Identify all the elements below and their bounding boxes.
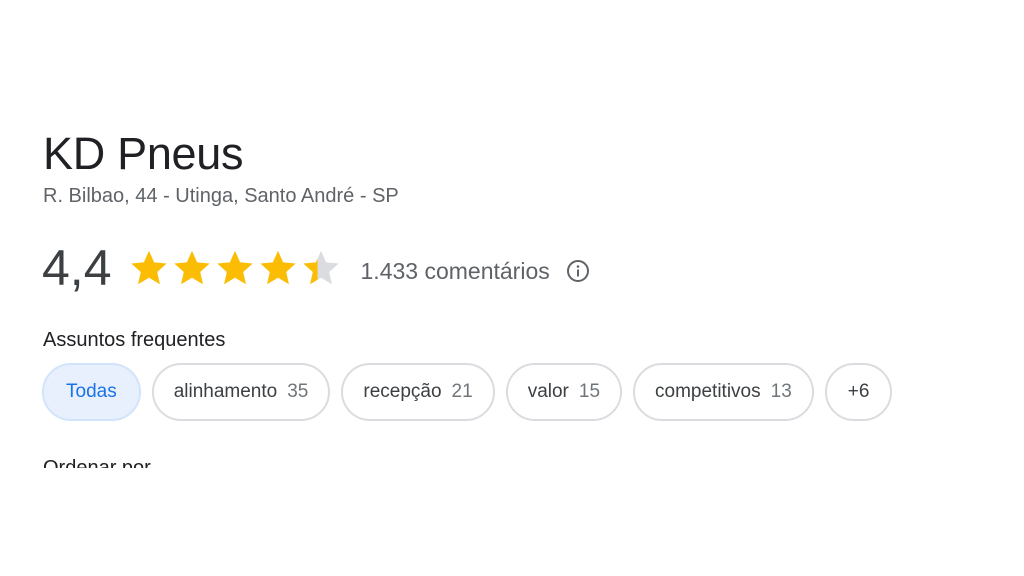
rating-value: 4,4 [42,240,112,296]
topic-chip-label: recepção [363,381,442,402]
place-address: R. Bilbao, 44 - Utinga, Santo André - SP [43,185,399,207]
rating-summary: 4,4 1.433 comentários [42,240,590,296]
more-topics-chip[interactable]: +6 [824,363,893,421]
topic-chip-label: Todas [66,381,117,402]
star-icon [173,250,210,285]
topic-chip[interactable]: competitivos 13 [633,363,814,421]
topics-heading: Assuntos frequentes [43,329,226,351]
star-icon [302,250,339,285]
topic-chip-count: 35 [287,381,309,402]
review-panel: KD Pneus R. Bilbao, 44 - Utinga, Santo A… [0,0,1024,576]
star-icon [216,250,253,285]
topic-chip-count: 21 [451,381,473,402]
info-icon[interactable] [566,259,590,283]
topic-chip-label: valor [527,381,569,402]
topic-chip[interactable]: alinhamento 35 [151,363,331,421]
topic-chip[interactable]: recepção 21 [341,363,495,421]
star-icon [130,250,167,285]
sort-section: Ordenar por [43,456,151,468]
topic-chip-label: competitivos [655,381,761,402]
topic-chip-count: 13 [770,381,792,402]
topic-chips: Todas alinhamento 35 recepção 21 valor 15 compe… [42,363,903,421]
star-rating [128,246,343,290]
sort-label: Ordenar por [43,457,151,468]
place-title: KD Pneus [43,128,244,179]
star-icon [259,250,296,285]
topic-chip-count: 15 [578,381,601,402]
topic-chip[interactable]: valor 15 [505,363,623,421]
review-count-link[interactable]: 1.433 comentários [361,258,550,285]
topic-chip[interactable]: Todas [42,363,141,421]
topic-chip-label: alinhamento [173,381,278,402]
